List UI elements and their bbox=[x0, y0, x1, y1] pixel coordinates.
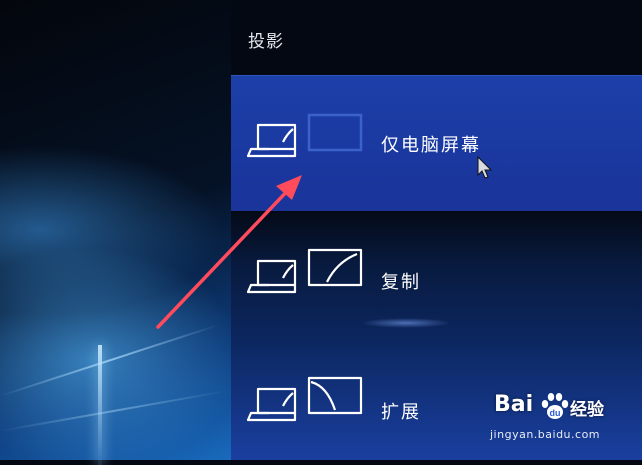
watermark-url: jingyan.baidu.com bbox=[490, 428, 601, 441]
paw-logo-icon: du bbox=[539, 392, 571, 426]
svg-text:du: du bbox=[550, 408, 561, 418]
watermark-brand: Bai bbox=[494, 392, 534, 417]
watermark-suffix: 经验 bbox=[570, 400, 604, 420]
watermark: Bai du 经验 jingyan.baidu.com bbox=[490, 390, 630, 450]
